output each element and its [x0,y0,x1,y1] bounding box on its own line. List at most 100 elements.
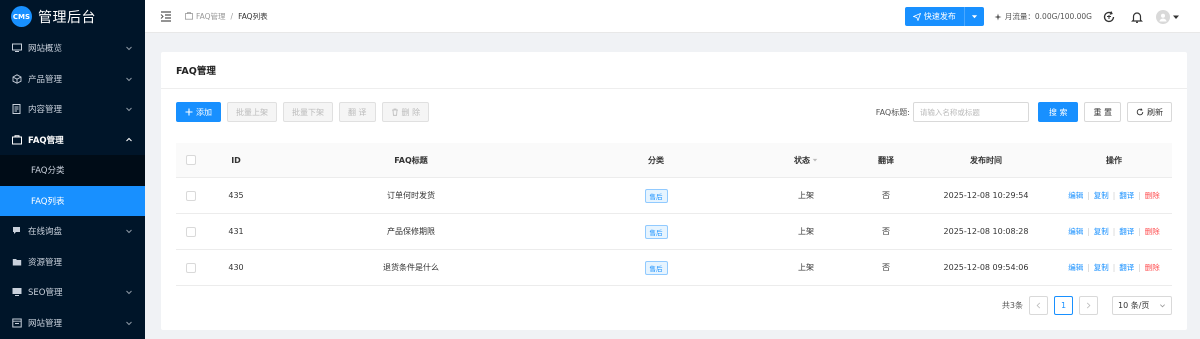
row-status: 上架 [798,227,814,236]
sidebar-item-overview[interactable]: 网站概览 [0,33,145,64]
column-header-status-cell[interactable]: 状态 [756,155,856,166]
sidebar-item-resources[interactable]: 资源管理 [0,247,145,278]
delete-link[interactable]: 删除 [1145,263,1160,272]
add-button[interactable]: 添加 [176,102,221,122]
faq-title-search-input[interactable]: 请输入名称或标题 [912,102,1029,122]
sidebar-item-label: FAQ管理 [28,135,64,146]
sidebar-item-site[interactable]: 网站管理 [0,308,145,339]
sidebar-item-seo[interactable]: SEO管理 [0,277,145,308]
row-translated: 否 [882,191,890,200]
op-separator: | [1112,227,1116,236]
row-id: 430 [228,263,244,272]
sidebar-subitem-faq-list[interactable]: FAQ列表 [0,185,145,216]
chevron-down-icon [126,77,132,81]
copy-link[interactable]: 复制 [1094,263,1109,272]
sidebar-item-label: 在线询盘 [28,227,63,238]
copy-link[interactable]: 复制 [1094,227,1109,236]
avatar[interactable] [1156,9,1170,24]
batch-unpublish-button[interactable]: 批量下架 [283,102,333,122]
delete-link[interactable]: 删除 [1145,191,1160,200]
sidebar-item-label: 网站管理 [28,318,63,329]
breadcrumb-parent[interactable]: FAQ管理 [196,11,226,22]
pagination-total: 共3条 [1001,301,1023,310]
op-separator: | [1138,227,1141,236]
copy-link[interactable]: 复制 [1094,191,1109,200]
traffic-label: 月流量：0.00G/100.00G [1004,12,1092,21]
bell-icon[interactable] [1130,10,1144,24]
category-tag: 售后 [644,188,668,203]
quick-publish-dropdown[interactable] [963,7,984,26]
card-title: FAQ管理 [161,52,1187,89]
edit-link[interactable]: 编辑 [1068,263,1083,272]
row-checkbox[interactable] [186,226,196,237]
table-row: 431 产品保修期限 售后 上架 否 2025-12-08 10:08:28 编… [176,214,1172,250]
row-ops: 编辑 | 复制 | 翻译 | 删除 [1056,190,1172,201]
edit-link[interactable]: 编辑 [1068,191,1083,200]
quick-publish-label: 快速发布 [923,12,956,21]
translate-link[interactable]: 翻译 [1119,191,1134,200]
page-size-select[interactable]: 10 条/页 [1112,296,1172,315]
search-button[interactable]: 搜 索 [1037,102,1079,122]
sidebar: CMS 管理后台 网站概览 产品管理 内容管理 FAQ管理 FAQ分类 FAQ列… [0,0,145,339]
sidebar-item-label: 内容管理 [28,105,63,116]
sidebar-item-label: 资源管理 [28,257,63,268]
menu-fold-icon[interactable] [159,9,173,23]
caret-down-icon [971,15,978,19]
column-header-translate: 翻译 [878,155,894,165]
prev-page-button[interactable] [1029,296,1048,315]
sidebar-item-products[interactable]: 产品管理 [0,64,145,95]
chevron-down-icon [126,290,132,295]
translate-link[interactable]: 翻译 [1119,263,1134,272]
faq-icon [185,12,193,20]
row-time: 2025-12-08 10:08:28 [943,227,1029,236]
quick-publish-main[interactable]: 快速发布 [905,7,964,26]
trash-icon [391,108,398,116]
faq-icon [12,135,22,145]
monitor-icon [12,287,22,297]
batch-publish-button[interactable]: 批量上架 [227,102,277,122]
row-ops: 编辑 | 复制 | 翻译 | 删除 [1056,226,1172,237]
sidebar-item-inquiry[interactable]: 在线询盘 [0,216,145,247]
column-header-status: 状态 [794,155,810,165]
chevron-up-icon [126,137,132,142]
page-size-label: 10 条/页 [1118,301,1150,310]
sidebar-item-label: 网站概览 [28,44,63,55]
row-category-cell: 售后 [556,260,756,275]
sidebar-subitem-faq-category[interactable]: FAQ分类 [0,155,145,186]
document-icon [12,104,22,115]
select-all-checkbox[interactable] [186,155,196,165]
faq-submenu: FAQ分类 FAQ列表 [0,155,145,216]
window-icon [12,318,22,328]
next-page-button[interactable] [1079,296,1098,315]
op-separator: | [1112,191,1116,200]
refresh-button[interactable]: 刷新 [1127,102,1172,122]
reset-button[interactable]: 重 置 [1084,102,1121,122]
row-checkbox[interactable] [186,262,196,273]
sidebar-item-label: 产品管理 [28,74,63,85]
sort-caret-icon[interactable] [812,157,818,163]
sidebar-item-content[interactable]: 内容管理 [0,94,145,125]
row-title: 退货条件是什么 [383,263,439,272]
language-switch-icon[interactable] [1102,10,1116,24]
quick-publish-button[interactable]: 快速发布 [904,7,984,26]
translate-button[interactable]: 翻 译 [339,102,376,122]
row-check-cell [176,226,206,237]
topbar: FAQ管理 / FAQ列表 快速发布 月流量：0.00G/100.00G [145,0,1200,33]
traffic-indicator: 月流量：0.00G/100.00G [994,11,1092,22]
delete-link[interactable]: 删除 [1145,227,1160,236]
chevron-left-icon [1036,302,1041,309]
table-row: 430 退货条件是什么 售后 上架 否 2025-12-08 09:54:06 … [176,250,1172,286]
caret-down-icon[interactable] [1172,13,1180,21]
row-ops: 编辑 | 复制 | 翻译 | 删除 [1056,262,1172,273]
sidebar-item-faq[interactable]: FAQ管理 [0,125,145,156]
op-separator: | [1112,263,1116,272]
table-header: ID FAQ标题 分类 状态 翻译 发布时间 操作 [176,143,1172,178]
row-checkbox[interactable] [186,190,196,201]
delete-button[interactable]: 删 除 [381,102,430,122]
page-button[interactable]: 1 [1054,296,1073,315]
logo[interactable]: CMS 管理后台 [0,0,145,33]
edit-link[interactable]: 编辑 [1068,227,1083,236]
dashboard-icon [12,43,22,53]
translate-link[interactable]: 翻译 [1119,227,1134,236]
chevron-down-icon [126,321,132,325]
